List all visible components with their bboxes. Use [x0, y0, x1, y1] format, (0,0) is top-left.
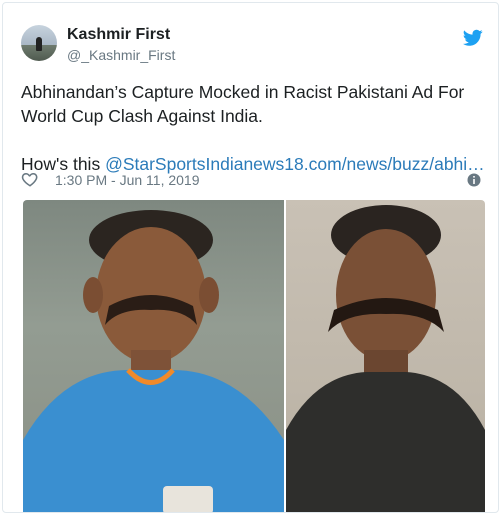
author-name[interactable]: Kashmir First	[67, 26, 170, 44]
timestamp[interactable]: 1:30 PM - Jun 11, 2019	[55, 172, 200, 188]
tweet-text-line: Abhinandan’s Capture Mocked in Racist Pa…	[21, 82, 465, 126]
author-handle[interactable]: @_Kashmir_First	[67, 47, 175, 63]
avatar[interactable]	[21, 25, 57, 61]
heart-icon[interactable]	[21, 170, 39, 188]
tweet-media[interactable]	[23, 200, 485, 512]
tweet-meta: 1:30 PM - Jun 11, 2019	[21, 170, 481, 190]
tweet-header: Kashmir First @_Kashmir_First	[21, 25, 483, 69]
media-image-left[interactable]	[23, 200, 284, 512]
twitter-bird-icon[interactable]	[463, 29, 483, 47]
tweet-card: Kashmir First @_Kashmir_First Abhinandan…	[2, 2, 499, 513]
media-image-right[interactable]	[286, 200, 485, 512]
info-icon[interactable]	[467, 173, 481, 187]
